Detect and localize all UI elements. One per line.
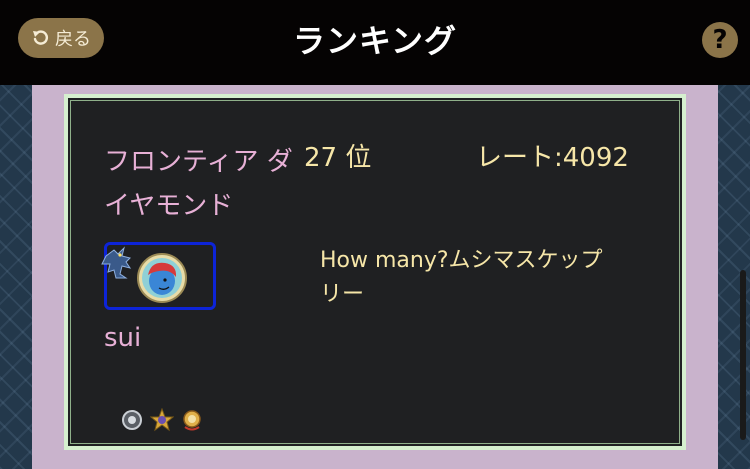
top-bar: 戻る ランキング ?	[0, 0, 750, 85]
question-mark-icon: ?	[712, 25, 728, 55]
rank-tier-name: フロンティア ダイヤモンド	[104, 147, 293, 221]
page-title: ランキング	[292, 22, 458, 60]
silver-orb-badge-icon	[122, 410, 142, 430]
rate-value: レート:4092	[476, 143, 629, 173]
avatar[interactable]	[137, 253, 187, 303]
username: sui	[104, 323, 142, 353]
gold-wreath-badge-icon	[183, 410, 201, 431]
player-comment: How many?ムシマスケップリー	[320, 248, 603, 307]
gold-star-badge-icon	[150, 408, 174, 432]
dragon-icon	[101, 246, 132, 279]
badge-list	[120, 408, 204, 432]
help-button[interactable]: ?	[702, 22, 738, 58]
rank-position: 27 位	[304, 143, 372, 173]
scrollbar[interactable]	[740, 270, 746, 440]
